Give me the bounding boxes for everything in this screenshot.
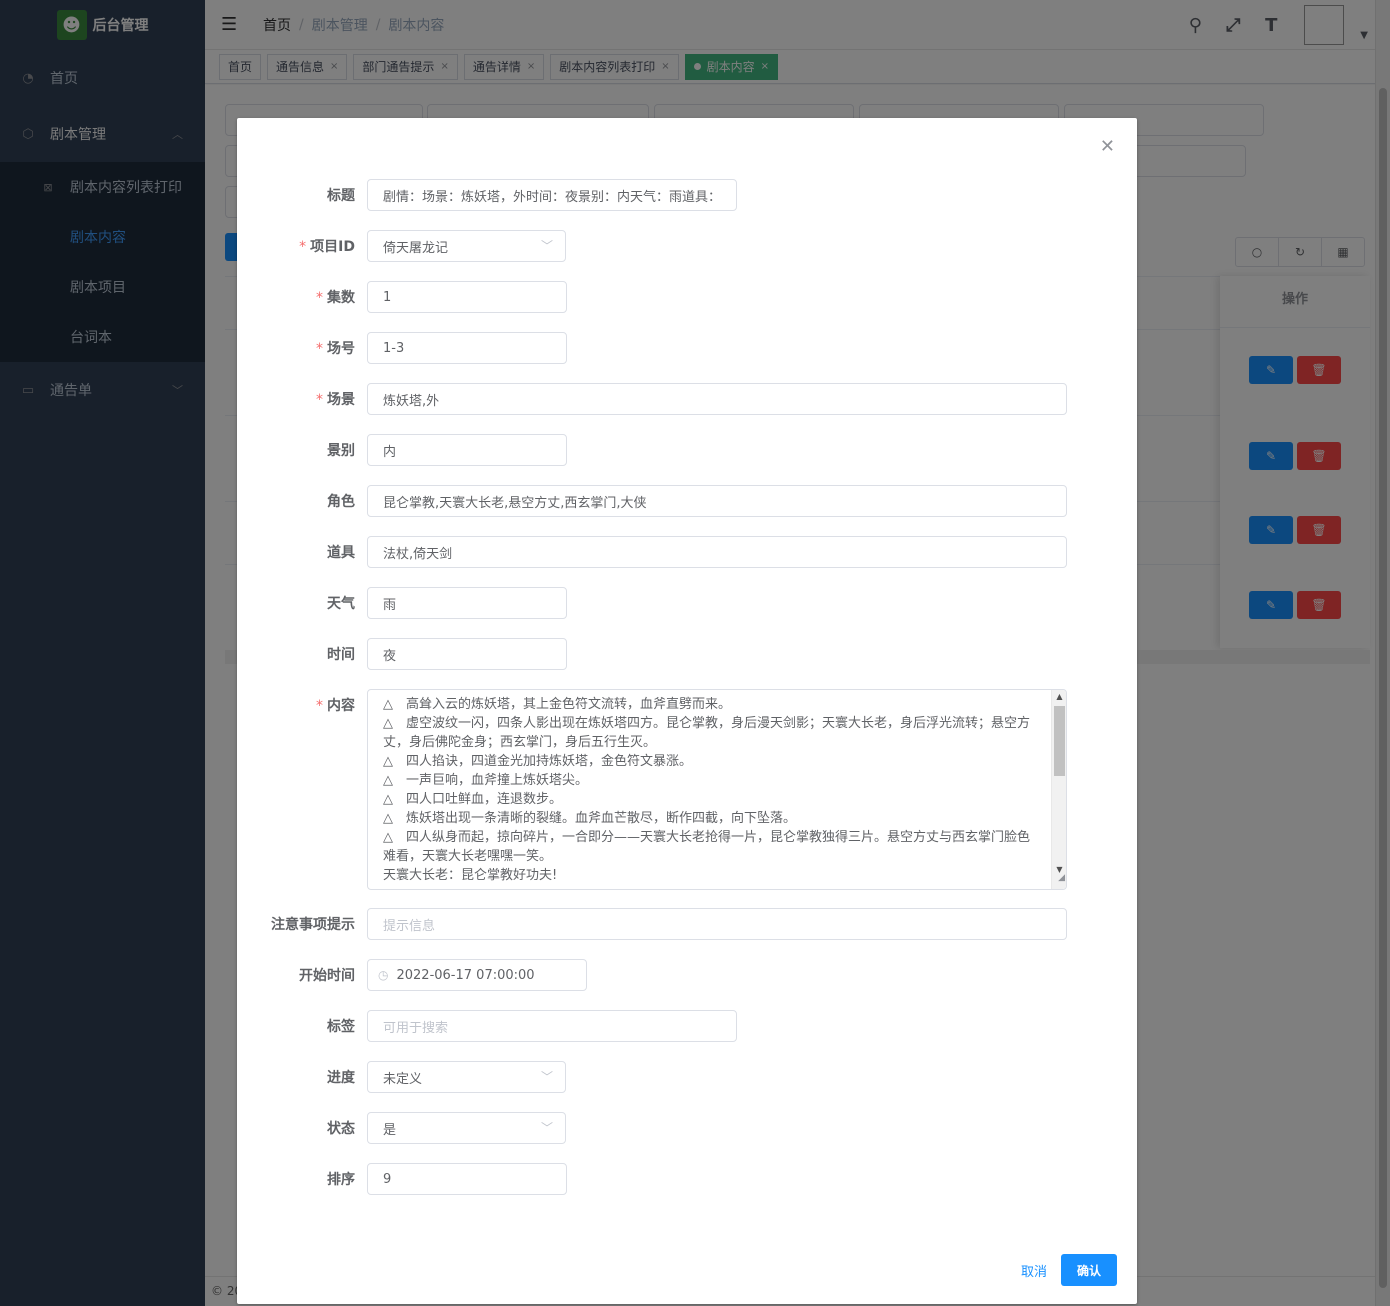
status-select-value: 是	[383, 1122, 397, 1138]
scene-no-input[interactable]: 1-3	[367, 332, 567, 364]
shot-label: 景别	[327, 443, 355, 459]
form-row-start-time: 开始时间 ◷ 2022-06-17 07:00:00	[237, 959, 1137, 991]
content-line: △ 四人纵身而起，掠向碎片，一合即分——天寰大长老抢得一片，昆仑掌教独得三片。悬…	[383, 830, 1030, 864]
props-label: 道具	[327, 545, 355, 561]
scene-no-label-text: 场号	[327, 341, 355, 357]
required-mark: *	[316, 341, 323, 357]
scene-input[interactable]: 炼妖塔,外	[367, 383, 1067, 415]
order-label: 排序	[327, 1172, 355, 1188]
content-line: △ 一声巨响，血斧撞上炼妖塔尖。	[383, 773, 588, 788]
roles-label: 角色	[327, 494, 355, 510]
scene-no-label: * 场号	[237, 338, 367, 358]
chevron-down-icon: ﹀	[540, 239, 553, 253]
cancel-button[interactable]: 取消	[1021, 1261, 1047, 1280]
content-line: △ 四人口吐鲜血，连退数步。	[383, 792, 562, 807]
time-label: 时间	[327, 647, 355, 663]
start-time-picker[interactable]: ◷ 2022-06-17 07:00:00	[367, 959, 587, 991]
confirm-button[interactable]: 确认	[1061, 1254, 1117, 1286]
project-label: * 项目ID	[237, 236, 367, 256]
form-row-weather: 天气 雨	[237, 587, 1137, 619]
scroll-up-icon[interactable]: ▲	[1052, 690, 1066, 704]
resize-handle-icon[interactable]: ◢	[1058, 869, 1065, 888]
form-row-time: 时间 夜	[237, 638, 1137, 670]
content-line: △ 高耸入云的炼妖塔，其上金色符文流转，血斧直劈而来。	[383, 697, 731, 712]
time-input[interactable]: 夜	[367, 638, 567, 670]
progress-label: 进度	[327, 1070, 355, 1086]
tags-label: 标签	[327, 1019, 355, 1035]
form-row-shot: 景别 内	[237, 434, 1137, 466]
textarea-scrollbar[interactable]: ▲ ▼	[1051, 690, 1066, 889]
scene-label: * 场景	[237, 389, 367, 409]
order-input[interactable]: 9	[367, 1163, 567, 1195]
progress-select-value: 未定义	[383, 1071, 423, 1087]
notes-label: 注意事项提示	[271, 917, 355, 933]
content-line: 天寰大长老：昆仑掌教好功夫!	[383, 868, 558, 883]
edit-dialog: ✕ 标题 剧情：场景：炼妖塔，外时间：夜景别：内天气：雨道具： * 项目ID 倚天…	[237, 118, 1137, 1304]
content-line: △ 虚空波纹一闪，四条人影出现在炼妖塔四方。昆仑掌教，身后漫天剑影；天寰大长老，…	[383, 716, 1030, 750]
title-input[interactable]: 剧情：场景：炼妖塔，外时间：夜景别：内天气：雨道具：	[367, 179, 737, 211]
status-select[interactable]: 是 ﹀	[367, 1112, 566, 1144]
content-line: △ 炼妖塔出现一条清晰的裂缝。血斧血芒散尽，断作四截，向下坠落。	[383, 811, 796, 826]
start-time-value: 2022-06-17 07:00:00	[396, 967, 535, 983]
clock-icon: ◷	[378, 968, 389, 982]
form-row-title: 标题 剧情：场景：炼妖塔，外时间：夜景别：内天气：雨道具：	[237, 179, 1137, 211]
form-row-scene: * 场景 炼妖塔,外	[237, 383, 1137, 415]
content-textarea[interactable]: △ 高耸入云的炼妖塔，其上金色符文流转，血斧直劈而来。 △ 虚空波纹一闪，四条人…	[367, 689, 1067, 890]
content-line: △ 四人掐诀，四道金光加持炼妖塔，金色符文暴涨。	[383, 754, 692, 769]
title-label: 标题	[327, 188, 355, 204]
episode-label: * 集数	[237, 287, 367, 307]
form-row-props: 道具 法杖,倚天剑	[237, 536, 1137, 568]
start-time-label: 开始时间	[299, 968, 355, 984]
close-icon[interactable]: ✕	[1100, 136, 1115, 157]
form-row-status: 状态 是 ﹀	[237, 1112, 1137, 1144]
required-mark: *	[316, 698, 323, 714]
project-label-text: 项目ID	[310, 239, 355, 255]
form-row-project: * 项目ID 倚天屠龙记 ﹀	[237, 230, 1137, 262]
scrollbar-thumb[interactable]	[1054, 706, 1065, 776]
form-row-episode: * 集数 1	[237, 281, 1137, 313]
status-label: 状态	[327, 1121, 355, 1137]
form-row-order: 排序 9	[237, 1163, 1137, 1195]
episode-input[interactable]: 1	[367, 281, 567, 313]
form-row-scene-no: * 场号 1-3	[237, 332, 1137, 364]
chevron-down-icon: ﹀	[540, 1121, 553, 1135]
chevron-down-icon: ﹀	[540, 1070, 553, 1084]
scene-label-text: 场景	[327, 392, 355, 408]
roles-input[interactable]: 昆仑掌教,天寰大长老,悬空方丈,西玄掌门,大侠	[367, 485, 1067, 517]
form-row-progress: 进度 未定义 ﹀	[237, 1061, 1137, 1093]
weather-input[interactable]: 雨	[367, 587, 567, 619]
required-mark: *	[299, 239, 307, 255]
notes-input[interactable]: 提示信息	[367, 908, 1067, 940]
dialog-footer: 取消 确认	[1021, 1254, 1117, 1286]
content-label-text: 内容	[327, 698, 355, 714]
form-row-roles: 角色 昆仑掌教,天寰大长老,悬空方丈,西玄掌门,大侠	[237, 485, 1137, 517]
progress-select[interactable]: 未定义 ﹀	[367, 1061, 566, 1093]
required-mark: *	[316, 290, 323, 306]
props-input[interactable]: 法杖,倚天剑	[367, 536, 1067, 568]
episode-label-text: 集数	[327, 290, 355, 306]
project-select[interactable]: 倚天屠龙记 ﹀	[367, 230, 566, 262]
tags-input[interactable]: 可用于搜索	[367, 1010, 737, 1042]
content-label: * 内容	[237, 689, 367, 715]
form-row-tags: 标签 可用于搜索	[237, 1010, 1137, 1042]
weather-label: 天气	[327, 596, 355, 612]
project-select-value: 倚天屠龙记	[383, 240, 449, 256]
form-row-content: * 内容 △ 高耸入云的炼妖塔，其上金色符文流转，血斧直劈而来。 △ 虚空波纹一闪…	[237, 689, 1137, 890]
form-row-notes: 注意事项提示 提示信息	[237, 908, 1137, 940]
shot-input[interactable]: 内	[367, 434, 567, 466]
required-mark: *	[316, 392, 323, 408]
